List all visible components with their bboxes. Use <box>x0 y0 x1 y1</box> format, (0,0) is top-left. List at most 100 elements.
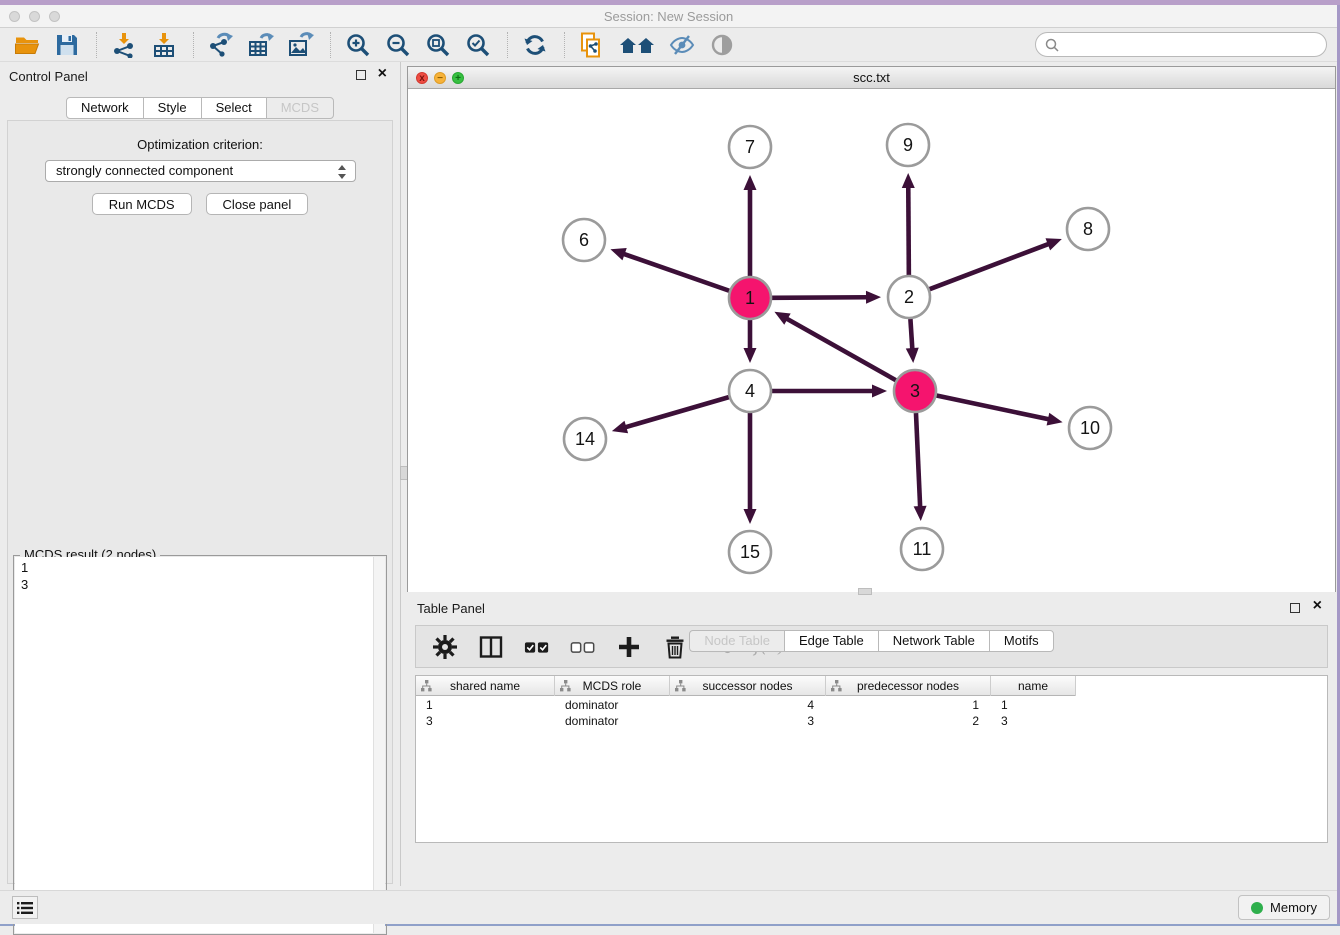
graph-node-label: 6 <box>579 230 589 250</box>
optimization-criterion-label: Optimization criterion: <box>8 137 392 152</box>
tab-motifs[interactable]: Motifs <box>989 630 1054 652</box>
graph-node-10[interactable]: 10 <box>1069 407 1111 449</box>
graph-node-8[interactable]: 8 <box>1067 208 1109 250</box>
zoom-out-icon[interactable] <box>383 31 413 59</box>
network-window-titlebar[interactable]: x − + scc.txt <box>408 67 1335 89</box>
horizontal-splitter-handle[interactable] <box>858 588 872 595</box>
zoom-selected-icon[interactable] <box>463 31 493 59</box>
graph-node-label: 4 <box>745 381 755 401</box>
graph-node-label: 1 <box>745 288 755 308</box>
control-panel: Control Panel × NetworkStyleSelectMCDS O… <box>0 62 401 886</box>
zoom-fit-icon[interactable] <box>423 31 453 59</box>
search-input[interactable] <box>1060 35 1326 55</box>
mcds-result-line: 3 <box>21 576 367 593</box>
control-panel-header: Control Panel × <box>0 62 400 90</box>
network-canvas[interactable]: 1 2 3 4 6 7 8 9 10 11 14 15 <box>408 89 1335 592</box>
graph-edge-1-4[interactable] <box>744 320 757 363</box>
status-bar: Memory <box>0 890 1337 924</box>
toolbar-separator <box>564 32 565 58</box>
graph-node-9[interactable]: 9 <box>887 124 929 166</box>
graph-edge-3-11[interactable] <box>914 413 927 521</box>
float-panel-icon[interactable] <box>356 70 366 80</box>
graph-node-label: 11 <box>913 539 932 559</box>
toolbar-separator <box>96 32 97 58</box>
tab-node-table[interactable]: Node Table <box>689 630 785 652</box>
graph-edge-2-8[interactable] <box>930 238 1062 289</box>
graph-node-14[interactable]: 14 <box>564 418 606 460</box>
memory-label: Memory <box>1270 900 1317 915</box>
control-panel-title: Control Panel <box>9 69 88 84</box>
tab-mcds[interactable]: MCDS <box>266 97 334 119</box>
graph-edge-3-1[interactable] <box>774 312 895 380</box>
task-history-button[interactable] <box>12 896 38 919</box>
graph-edge-4-3[interactable] <box>772 385 887 398</box>
graph-node-3[interactable]: 3 <box>894 370 936 412</box>
graph-edge-2-3[interactable] <box>906 319 919 363</box>
control-panel-tabs: NetworkStyleSelectMCDS <box>0 97 400 119</box>
duplicate-network-icon[interactable] <box>577 31 607 59</box>
graph-node-label: 2 <box>904 287 914 307</box>
import-network-icon[interactable] <box>109 31 139 59</box>
list-icon <box>17 901 33 915</box>
tab-style[interactable]: Style <box>143 97 202 119</box>
tab-network[interactable]: Network <box>66 97 144 119</box>
graph-node-label: 7 <box>745 137 755 157</box>
close-table-panel-icon[interactable]: × <box>1313 597 1322 615</box>
export-table-icon[interactable] <box>246 31 276 59</box>
graph-node-7[interactable]: 7 <box>729 126 771 168</box>
show-eye-icon[interactable] <box>707 31 737 59</box>
graph-node-label: 14 <box>575 429 595 449</box>
graph-node-1[interactable]: 1 <box>729 277 771 319</box>
select-stepper-icon <box>337 164 347 180</box>
run-mcds-button[interactable]: Run MCDS <box>92 193 192 215</box>
tab-select[interactable]: Select <box>201 97 267 119</box>
graph-edge-1-2[interactable] <box>772 291 881 304</box>
zoom-in-icon[interactable] <box>343 31 373 59</box>
window-title: Session: New Session <box>0 9 1337 24</box>
graph-edge-1-7[interactable] <box>744 175 757 276</box>
graph-edge-4-14[interactable] <box>612 397 729 433</box>
memory-button[interactable]: Memory <box>1238 895 1330 920</box>
import-table-icon[interactable] <box>149 31 179 59</box>
graph-node-2[interactable]: 2 <box>888 276 930 318</box>
graph-node-11[interactable]: 11 <box>901 528 943 570</box>
close-panel-icon[interactable]: × <box>378 65 387 83</box>
search-icon <box>1044 37 1060 53</box>
tab-network-table[interactable]: Network Table <box>878 630 990 652</box>
refresh-icon[interactable] <box>520 31 550 59</box>
optimization-criterion-select[interactable]: strongly connected component <box>45 160 356 182</box>
network-graph: 1 2 3 4 6 7 8 9 10 11 14 15 <box>408 89 1335 592</box>
graph-edge-4-15[interactable] <box>744 413 757 524</box>
result-scrollbar[interactable] <box>373 557 385 933</box>
hide-eye-icon[interactable] <box>667 31 697 59</box>
close-panel-button[interactable]: Close panel <box>206 193 309 215</box>
save-session-icon[interactable] <box>52 31 82 59</box>
table-panel: Table Panel × f(x) shared nameMCDS roles… <box>407 595 1336 886</box>
graph-edge-3-10[interactable] <box>937 396 1063 426</box>
graph-node-label: 8 <box>1083 219 1093 239</box>
network-window-title: scc.txt <box>408 70 1335 85</box>
export-network-icon[interactable] <box>206 31 236 59</box>
graph-edge-2-9[interactable] <box>902 173 915 275</box>
selected-criterion-value: strongly connected component <box>56 163 233 178</box>
open-session-icon[interactable] <box>12 31 42 59</box>
graph-node-15[interactable]: 15 <box>729 531 771 573</box>
homes-icon[interactable] <box>617 31 657 59</box>
export-image-icon[interactable] <box>286 31 316 59</box>
memory-status-icon <box>1251 902 1263 914</box>
graph-node-6[interactable]: 6 <box>563 219 605 261</box>
graph-node-label: 9 <box>903 135 913 155</box>
float-table-panel-icon[interactable] <box>1290 603 1300 613</box>
graph-node-4[interactable]: 4 <box>729 370 771 412</box>
mcds-panel: Optimization criterion: strongly connect… <box>7 120 393 884</box>
tab-edge-table[interactable]: Edge Table <box>784 630 879 652</box>
search-field[interactable] <box>1035 32 1327 57</box>
mcds-result-box: MCDS result (2 nodes) 13 <box>13 555 387 935</box>
graph-edge-1-6[interactable] <box>610 248 729 291</box>
toolbar-separator <box>193 32 194 58</box>
table-tabs: Node TableEdge TableNetwork TableMotifs <box>407 630 1336 883</box>
mcds-result-text[interactable]: 13 <box>15 557 373 933</box>
network-view-window: x − + scc.txt 1 2 3 4 6 7 8 9 10 11 14 15 <box>407 66 1336 592</box>
mcds-result-line: 1 <box>21 559 367 576</box>
graph-node-label: 15 <box>740 542 760 562</box>
